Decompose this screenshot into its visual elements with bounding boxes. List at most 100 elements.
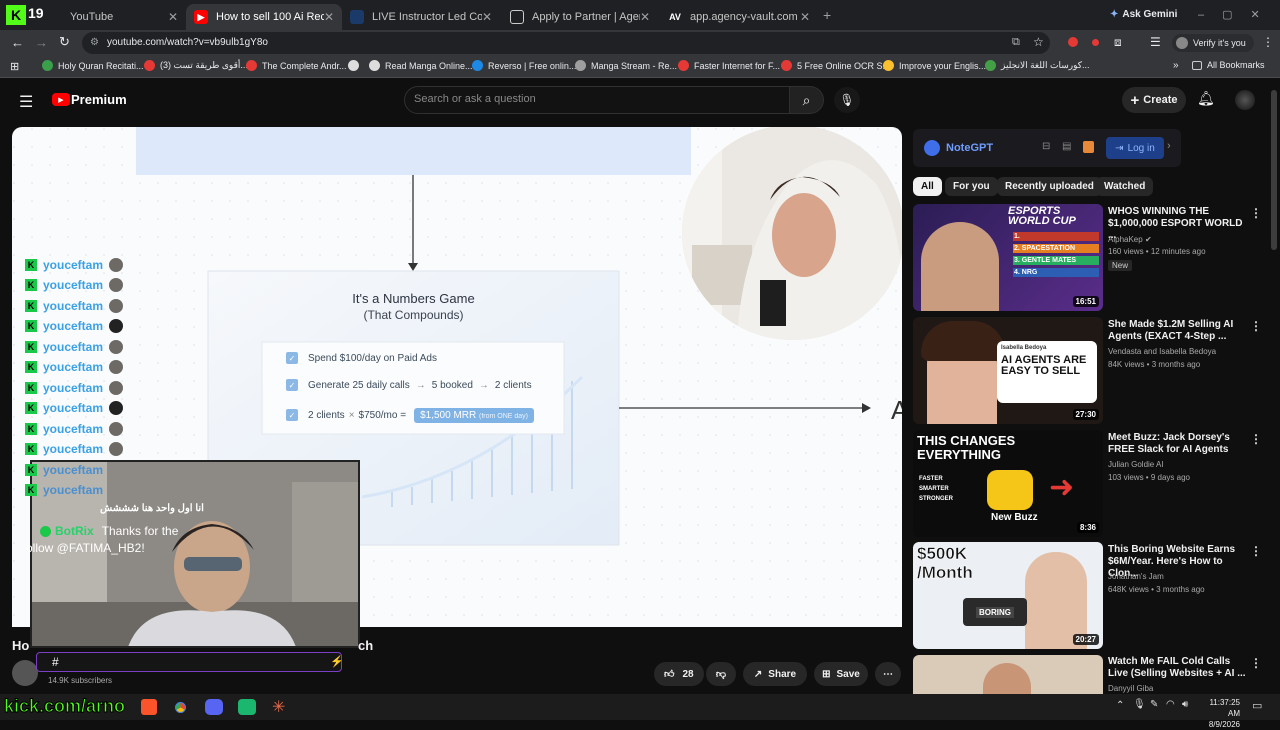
kick-badge-icon: K xyxy=(25,382,37,394)
rec-channel[interactable]: Jonathan's Jam xyxy=(1108,572,1164,581)
close-icon[interactable]: ✕ xyxy=(168,10,178,24)
bookmark-star-icon[interactable]: ☆ xyxy=(1033,35,1044,49)
more-actions-button[interactable]: ⋯ xyxy=(875,662,901,686)
brave-browser-icon[interactable] xyxy=(141,699,157,715)
extensions-puzzle-icon[interactable]: ⧈ xyxy=(1114,35,1122,50)
reading-list-icon[interactable]: ☰ xyxy=(1150,35,1161,49)
notification-center-icon[interactable]: ▭ xyxy=(1252,699,1262,712)
chip-recently-uploaded[interactable]: Recently uploaded xyxy=(997,177,1102,196)
tab-how-to-sell[interactable]: ▶ How to sell 100 Ai Receptionist ✕ xyxy=(186,4,342,30)
apps-grid-icon[interactable]: ⊞ xyxy=(10,60,19,73)
rec-menu-kebab-icon[interactable]: ⋮ xyxy=(1250,432,1262,446)
all-bookmarks-button[interactable]: All Bookmarks xyxy=(1192,60,1265,70)
chip-all[interactable]: All xyxy=(913,177,942,196)
rec-thumbnail[interactable]: Isabella Bedoya AI AGENTS ARE EASY TO SE… xyxy=(913,317,1103,424)
ask-gemini-button[interactable]: ✦ Ask Gemini xyxy=(1110,9,1177,20)
extension-icon[interactable] xyxy=(1068,37,1078,47)
bookmark-item[interactable]: 5 Free Online OCR S... xyxy=(781,60,890,71)
hamburger-menu-icon[interactable]: ☰ xyxy=(19,92,33,112)
more-horizontal-icon: ⋯ xyxy=(883,668,893,680)
close-icon[interactable]: ✕ xyxy=(324,10,334,24)
volume-icon[interactable]: 🔊︎ xyxy=(1182,699,1188,710)
microphone-icon[interactable]: 🎙︎ xyxy=(1133,699,1146,710)
rec-menu-kebab-icon[interactable]: ⋮ xyxy=(1250,544,1262,558)
bookmark-item[interactable]: Read Manga Online... xyxy=(369,60,473,71)
verify-profile-button[interactable]: Verify it's you xyxy=(1172,34,1254,52)
tray-chevron-icon[interactable]: ⌃ xyxy=(1116,700,1124,711)
forward-icon[interactable]: → xyxy=(35,35,48,50)
discord-icon[interactable] xyxy=(205,699,223,715)
back-icon[interactable]: ← xyxy=(11,35,24,50)
rec-menu-kebab-icon[interactable]: ⋮ xyxy=(1250,656,1262,670)
rec-channel[interactable]: Danyyil Giba xyxy=(1108,684,1153,693)
share-button[interactable]: ↗ Share xyxy=(743,662,807,686)
app-icon[interactable] xyxy=(238,699,256,715)
url-text[interactable]: youtube.com/watch?v=vb9ulb1gY8o xyxy=(107,37,268,48)
create-button[interactable]: + Create xyxy=(1122,87,1186,113)
bookmark-item[interactable]: The Complete Andr... xyxy=(246,60,347,71)
bookmark-item[interactable]: كورسات اللغة الانجليز... xyxy=(985,60,1090,71)
bookmark-item[interactable] xyxy=(348,60,364,71)
channel-avatar[interactable] xyxy=(12,660,38,686)
rec-menu-kebab-icon[interactable]: ⋮ xyxy=(1250,319,1262,333)
save-button[interactable]: ⊞ Save xyxy=(814,662,868,686)
youtube-premium-logo[interactable]: Premium xyxy=(71,92,127,107)
close-icon[interactable]: ✕ xyxy=(800,10,810,24)
tab-live-course[interactable]: LIVE Instructor Led Course: QA ✕ xyxy=(342,4,500,30)
bookmark-item[interactable]: Improve your Englis... xyxy=(883,60,986,71)
record-icon[interactable] xyxy=(1092,39,1099,46)
kick-icon[interactable]: K xyxy=(6,5,26,25)
chat-message: Kyouceftam xyxy=(25,359,124,375)
new-tab-button[interactable]: + xyxy=(823,7,831,23)
chrome-icon[interactable] xyxy=(172,699,189,716)
claude-icon[interactable]: ✳ xyxy=(272,697,285,717)
window-controls[interactable]: –▢✕ xyxy=(1198,8,1278,21)
rec-channel[interactable]: AlphaKep ✔ xyxy=(1108,235,1152,244)
rec-title[interactable]: Meet Buzz: Jack Dorsey's FREE Slack for … xyxy=(1108,432,1248,456)
system-clock[interactable]: 11:37:25 AM 8/9/2026 xyxy=(1198,697,1240,730)
duration-badge: 20:27 xyxy=(1072,634,1099,645)
tab-youtube[interactable]: YouTube ✕ xyxy=(40,4,186,30)
notegpt-login-button[interactable]: ⇥ Log in xyxy=(1106,137,1164,159)
youtube-logo-icon[interactable]: ▶ xyxy=(52,93,70,106)
bookmarks-overflow-icon[interactable]: » xyxy=(1173,60,1179,71)
search-button[interactable]: ⌕ xyxy=(790,86,824,114)
close-icon[interactable]: ✕ xyxy=(482,10,492,24)
rec-channel[interactable]: Vendasta and Isabella Bedoya xyxy=(1108,347,1216,356)
chip-for-you[interactable]: For you xyxy=(945,177,998,196)
rec-thumbnail[interactable]: THIS CHANGES EVERYTHING FASTER SMARTER STR… xyxy=(913,430,1103,537)
chip-watched[interactable]: Watched xyxy=(1096,177,1154,196)
rec-thumbnail[interactable]: ESPORTS WORLD CUP 1. 2. SPACESTATION 3. … xyxy=(913,204,1103,311)
bookmark-item[interactable]: Holy Quran Recitati... xyxy=(42,60,144,71)
notifications-bell-icon[interactable]: 🔔︎ xyxy=(1197,90,1215,107)
reload-icon[interactable]: ↻ xyxy=(59,34,70,50)
notes-icon[interactable]: ▤ xyxy=(1062,141,1071,152)
page-scrollbar[interactable] xyxy=(1271,90,1277,250)
site-info-icon[interactable]: ⚙ xyxy=(90,37,99,48)
dislike-button[interactable]: 👎︎ xyxy=(706,662,736,686)
menu-kebab-icon[interactable]: ⋮ xyxy=(1262,35,1274,49)
bookmark-item[interactable]: Faster Internet for F... xyxy=(678,60,780,71)
close-icon[interactable]: ✕ xyxy=(640,10,650,24)
tab-apply-partner[interactable]: Apply to Partner | Agency Vault ✕ xyxy=(502,4,658,30)
account-avatar[interactable] xyxy=(1235,90,1255,110)
gift-icon[interactable] xyxy=(1083,141,1094,153)
rec-thumbnail[interactable]: $500K /Month BORING 20:27 xyxy=(913,542,1103,649)
search-input[interactable]: Search or ask a question xyxy=(414,93,536,105)
bookmark-item[interactable]: Manga Stream - Re... xyxy=(575,60,677,71)
rec-title[interactable]: She Made $1.2M Selling AI Agents (EXACT … xyxy=(1108,319,1248,343)
rec-menu-kebab-icon[interactable]: ⋮ xyxy=(1250,206,1262,220)
rec-channel[interactable]: Julian Goldie AI xyxy=(1108,460,1164,469)
chevron-right-icon[interactable]: › xyxy=(1167,140,1171,152)
cast-icon[interactable]: ⧉ xyxy=(1012,36,1020,49)
rec-title[interactable]: Watch Me FAIL Cold Calls Live (Selling W… xyxy=(1108,656,1248,680)
tab-agency-vault[interactable]: AV app.agency-vault.com ✕ xyxy=(660,4,818,30)
voice-search-icon[interactable]: 🎙︎ xyxy=(834,87,860,113)
wifi-icon[interactable]: ◠ xyxy=(1166,699,1175,710)
rec-thumbnail[interactable] xyxy=(913,655,1103,694)
bookmark-item[interactable]: (3) أقوى طريقة تست... xyxy=(144,60,248,71)
transcript-icon[interactable]: ⊟ xyxy=(1042,141,1050,152)
like-button[interactable]: 👍︎ 28 xyxy=(654,662,704,686)
bookmark-item[interactable]: Reverso | Free onlin... xyxy=(472,60,576,71)
pen-icon[interactable]: ✎ xyxy=(1150,699,1158,710)
